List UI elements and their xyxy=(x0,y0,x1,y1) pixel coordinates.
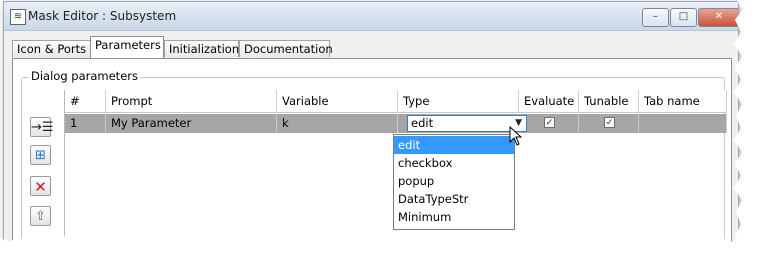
evaluate-checkbox[interactable]: ✓ xyxy=(544,117,555,128)
dropdown-option-popup[interactable]: popup xyxy=(394,172,514,190)
move-up-button[interactable]: ⇧ xyxy=(30,206,51,226)
type-dropdown-list: edit checkbox popup DataTypeStr Minimum xyxy=(393,134,515,230)
group-label: Dialog parameters xyxy=(29,69,140,83)
close-button[interactable]: ✕ xyxy=(698,8,738,27)
app-icon: ≋ xyxy=(10,9,26,25)
column-header-tab-name[interactable]: Tab name xyxy=(639,90,727,113)
tab-parameters[interactable]: Parameters xyxy=(90,36,164,58)
cell-prompt[interactable]: My Parameter xyxy=(106,114,277,133)
column-header-prompt[interactable]: Prompt xyxy=(106,90,277,113)
column-header-tunable[interactable]: Tunable xyxy=(579,90,639,113)
type-select-value: edit xyxy=(411,116,434,130)
insert-row-icon: →☰ xyxy=(31,120,54,135)
add-parameter-button[interactable]: ⊞ xyxy=(30,145,51,165)
mask-editor-window: ≋ Mask Editor : Subsystem – □ ✕ Icon & P… xyxy=(3,1,739,247)
delete-parameter-button[interactable]: ✕ xyxy=(30,176,51,196)
insert-row-button[interactable]: →☰ xyxy=(30,117,54,137)
tab-icon-ports[interactable]: Icon & Ports xyxy=(12,40,91,57)
table-row[interactable]: 1 My Parameter k edit ▼ ✓ ✓ xyxy=(65,114,727,133)
add-parameter-icon: ⊞ xyxy=(35,148,46,163)
column-header-evaluate[interactable]: Evaluate xyxy=(519,90,579,113)
tunable-checkbox[interactable]: ✓ xyxy=(604,117,615,128)
title-bar[interactable]: ≋ Mask Editor : Subsystem – □ ✕ xyxy=(4,2,738,31)
dropdown-option-checkbox[interactable]: checkbox xyxy=(394,154,514,172)
mouse-cursor-icon xyxy=(509,126,523,146)
column-header-variable[interactable]: Variable xyxy=(277,90,398,113)
dropdown-option-datatypestr[interactable]: DataTypeStr xyxy=(394,190,514,208)
tab-documentation[interactable]: Documentation xyxy=(239,40,333,57)
maximize-button[interactable]: □ xyxy=(670,8,697,27)
minimize-button[interactable]: – xyxy=(642,8,669,27)
cell-tab-name[interactable] xyxy=(639,114,727,133)
column-header-index[interactable]: # xyxy=(65,90,106,113)
cell-variable[interactable]: k xyxy=(277,114,398,133)
parameters-panel: Dialog parameters →☰ ⊞ ✕ ⇧ # Prompt Vari… xyxy=(12,58,732,246)
move-up-icon: ⇧ xyxy=(35,209,46,224)
cell-index: 1 xyxy=(65,114,106,133)
window-title: Mask Editor : Subsystem xyxy=(28,9,177,23)
column-header-type[interactable]: Type xyxy=(398,90,519,113)
tab-initialization[interactable]: Initialization xyxy=(164,40,239,57)
dropdown-option-edit[interactable]: edit xyxy=(394,136,514,154)
delete-icon: ✕ xyxy=(34,178,47,196)
dropdown-option-minimum[interactable]: Minimum xyxy=(394,208,514,226)
